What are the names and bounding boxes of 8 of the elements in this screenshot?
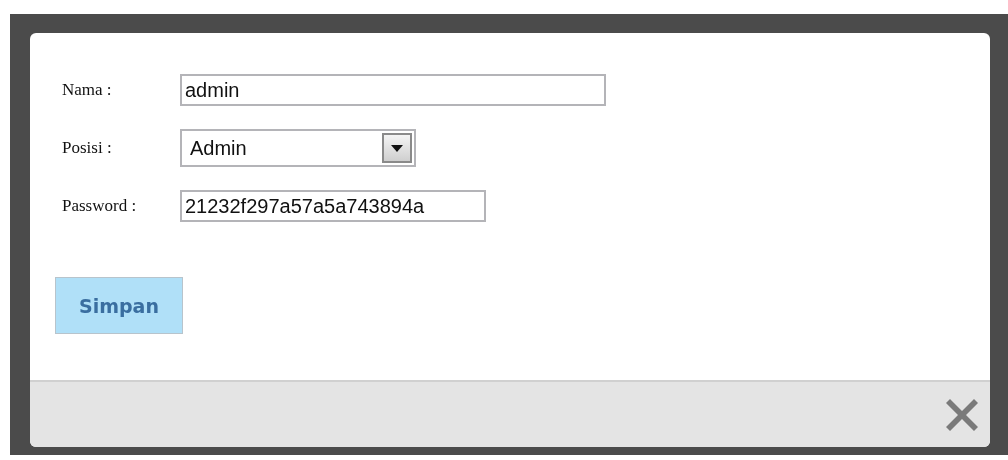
select-field[interactable]: Admin <box>180 129 416 167</box>
save-button[interactable]: Simpan <box>55 277 183 334</box>
input-field[interactable]: 21232f297a57a5a743894a <box>180 190 486 222</box>
input-field[interactable]: admin <box>180 74 606 106</box>
field-label: Password : <box>62 196 138 216</box>
field-label: Nama : <box>62 80 113 100</box>
close-icon[interactable] <box>944 396 980 433</box>
field-label: Posisi : <box>62 138 113 158</box>
